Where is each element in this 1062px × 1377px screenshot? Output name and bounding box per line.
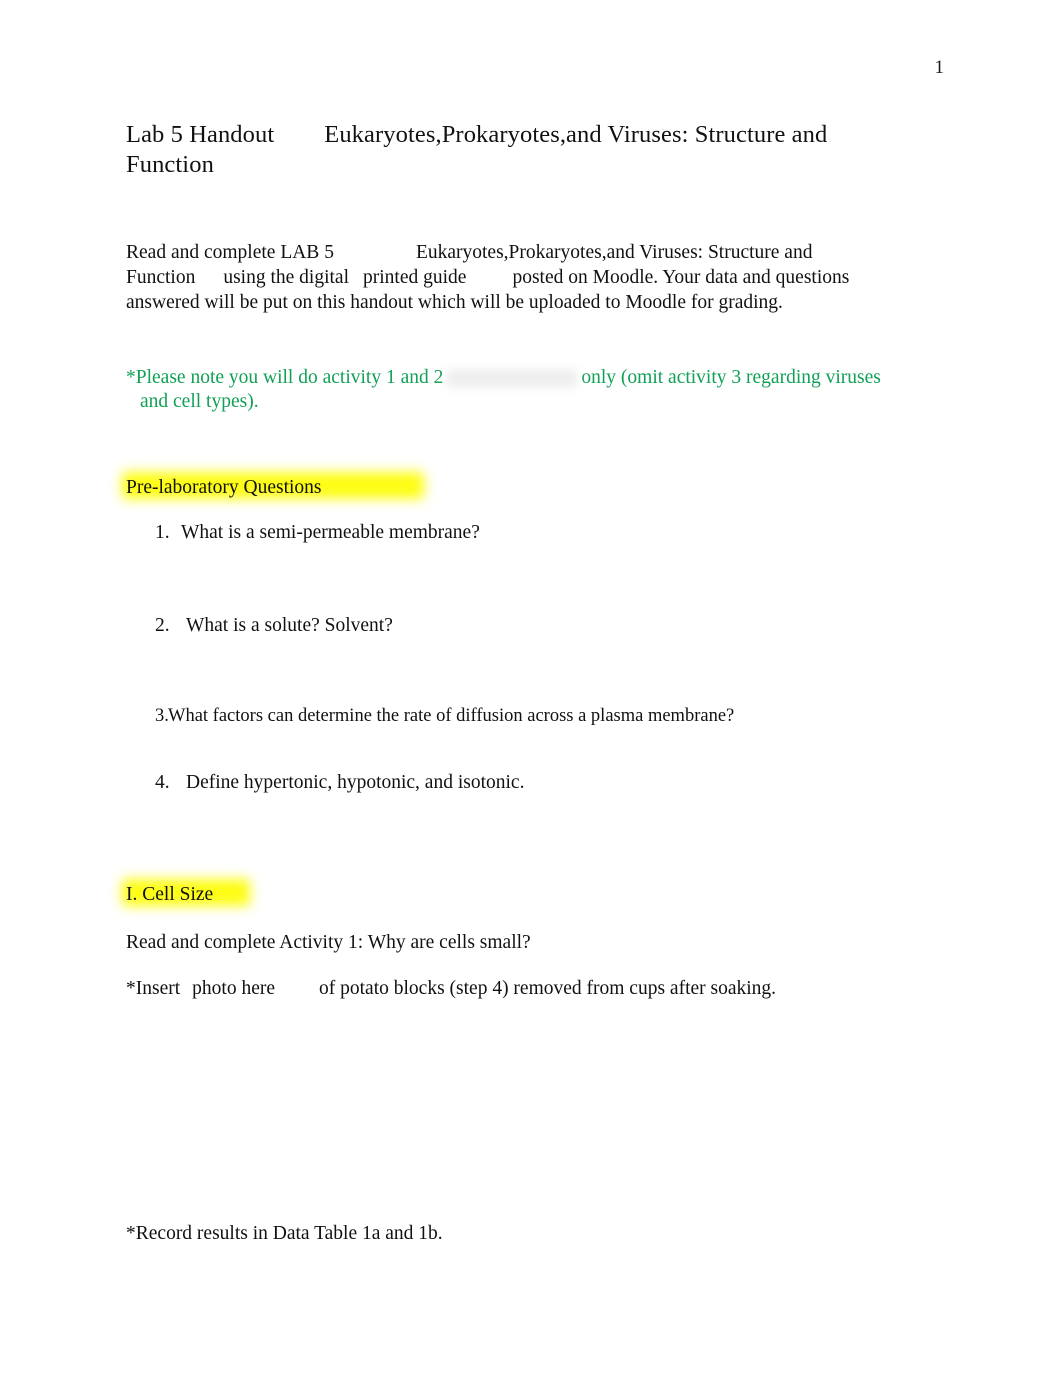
- question-text: Define hypertonic, hypotonic, and isoton…: [186, 772, 525, 793]
- question-item-1: 1. What is a semi-permeable membrane?: [155, 521, 480, 545]
- insert-segment-2: photo here: [192, 978, 276, 999]
- title-left-segment: Lab 5 Handout: [126, 121, 275, 148]
- note-segment-2: only (omit activity 3 regarding viruses: [581, 367, 881, 388]
- insert-segment-3: of potato blocks (step 4) removed from c…: [319, 978, 777, 999]
- question-text: What is a semi-permeable membrane?: [181, 522, 480, 543]
- document-page: 1 Lab 5 Handout Eukaryotes,Prokaryotes,an…: [0, 0, 1062, 1377]
- heading-cell-size: I. Cell Size: [122, 879, 250, 907]
- redaction-band: [447, 370, 578, 388]
- heading-label: I. Cell Size: [126, 884, 214, 905]
- question-item-4: 4. Define hypertonic, hypotonic, and isot…: [155, 771, 524, 795]
- insert-segment-1: *Insert: [126, 978, 181, 999]
- record-results-line: *Record results in Data Table 1a and 1b.: [126, 1223, 443, 1244]
- intro-segment-4: printed guide: [363, 267, 467, 288]
- question-number: 1.: [155, 522, 170, 543]
- question-text: What factors can determine the rate of d…: [168, 706, 735, 726]
- intro-paragraph: Read and complete LAB 5 Eukaryotes,Prokar…: [126, 240, 866, 315]
- page-title: Lab 5 Handout Eukaryotes,Prokaryotes,and …: [126, 120, 886, 180]
- question-number: 2.: [155, 615, 170, 636]
- page-number: 1: [934, 57, 945, 78]
- question-item-2: 2. What is a solute? Solvent?: [155, 614, 393, 638]
- question-number: 4.: [155, 772, 170, 793]
- question-number: 3.: [155, 706, 169, 726]
- heading-pre-laboratory-questions: Pre-laboratory Questions: [122, 472, 424, 500]
- heading-label: Pre-laboratory Questions: [126, 477, 322, 498]
- insert-photo-instruction-line: *Insert photo here of potato blocks (step …: [126, 977, 776, 1001]
- note-segment-1: *Please note you will do activity 1 and …: [126, 367, 444, 388]
- question-text: What is a solute? Solvent?: [186, 615, 393, 636]
- note-paragraph: *Please note you will do activity 1 and …: [126, 366, 886, 414]
- intro-segment-1: Read and complete LAB 5: [126, 242, 334, 263]
- activity-instruction-line: Read and complete Activity 1: Why are ce…: [126, 932, 531, 953]
- question-item-3: 3.What factors can determine the rate of…: [155, 704, 734, 728]
- note-segment-3: and cell types).: [140, 391, 259, 412]
- intro-segment-3: using the digital: [223, 267, 349, 288]
